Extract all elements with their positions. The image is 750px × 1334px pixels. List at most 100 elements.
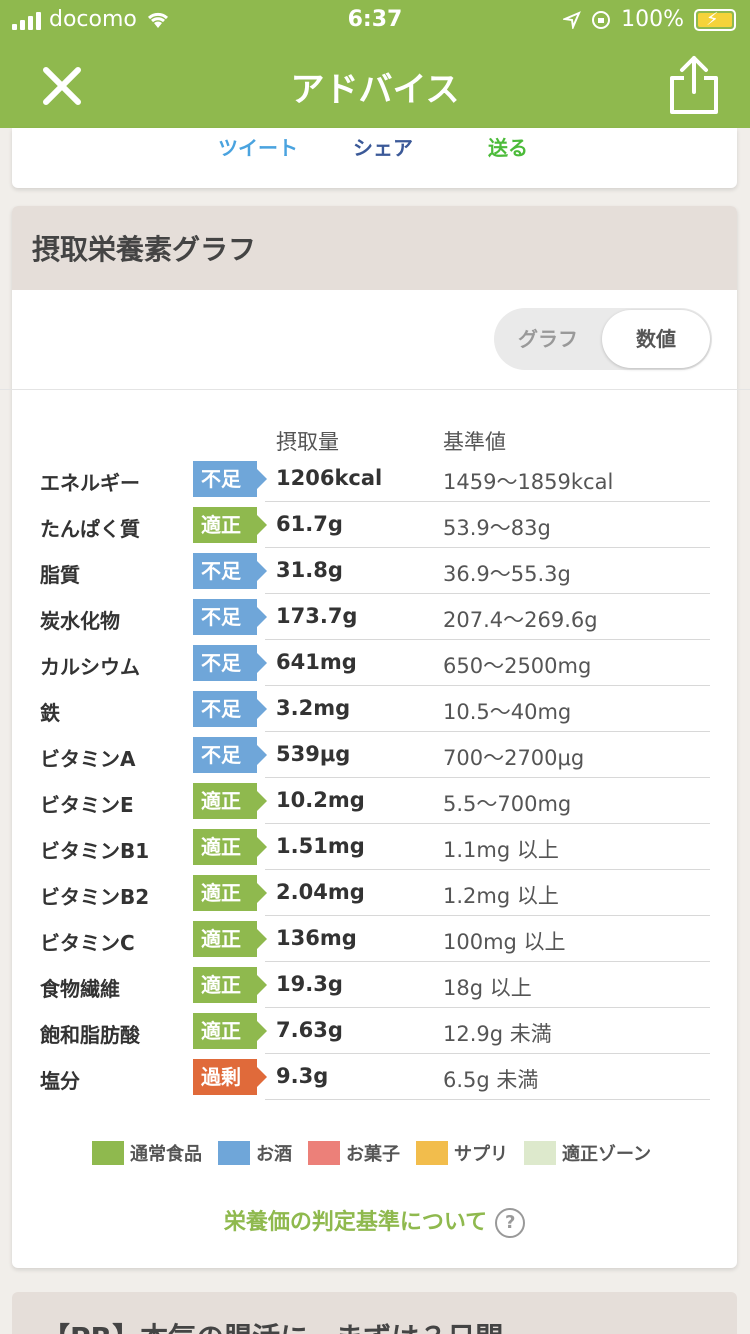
status-bar: docomo 6:37 100% ⚡ (0, 0, 750, 40)
status-badge: 適正 (193, 921, 267, 957)
nutrient-name: エネルギー (40, 471, 140, 495)
share-icon[interactable] (668, 54, 720, 116)
nutrient-row: 飽和脂肪酸 適正 7.63g 12.9g 未満 (12, 1008, 737, 1054)
battery-percent: 100% (621, 7, 684, 32)
nutrient-row: エネルギー 不足 1206kcal 1459〜1859kcal (12, 456, 737, 502)
page-title: アドバイス (290, 70, 460, 110)
status-badge: 不足 (193, 461, 267, 497)
location-icon (563, 10, 581, 29)
pr-card[interactable]: 【PR】本気の腸活に、まずは３日間 (12, 1292, 737, 1334)
nutrient-name: ビタミンA (40, 747, 136, 771)
nav-bar: アドバイス (0, 40, 750, 128)
toggle-graph-option[interactable]: グラフ (494, 308, 602, 370)
tweet-link[interactable]: ツイート (218, 132, 298, 161)
reference-value: 5.5〜700mg (443, 792, 572, 816)
legend-label: サプリ (454, 1144, 508, 1165)
status-badge: 不足 (193, 599, 267, 635)
nutrient-row: ビタミンB1 適正 1.51mg 1.1mg 以上 (12, 824, 737, 870)
intake-value: 9.3g (276, 1064, 329, 1088)
nutrient-table: エネルギー 不足 1206kcal 1459〜1859kcal たんぱく質 適正 61.7… (12, 456, 737, 1100)
toggle-value-option[interactable]: 数値 (602, 310, 710, 368)
view-toggle: グラフ 数値 (494, 308, 712, 370)
nutrient-row: たんぱく質 適正 61.7g 53.9〜83g (12, 502, 737, 548)
nutrient-row: 塩分 過剰 9.3g 6.5g 未満 (12, 1054, 737, 1100)
nutrient-row: 脂質 不足 31.8g 36.9〜55.3g (12, 548, 737, 594)
nutrient-row: ビタミンB2 適正 2.04mg 1.2mg 以上 (12, 870, 737, 916)
social-share-card: ツイート シェア 送る (12, 128, 737, 188)
status-badge: 適正 (193, 829, 267, 865)
reference-value: 1.2mg 以上 (443, 884, 559, 908)
reference-column-header: 基準値 (443, 430, 506, 454)
help-icon[interactable]: ? (495, 1208, 526, 1238)
intake-column-header: 摂取量 (276, 430, 339, 454)
legend-label: お酒 (256, 1144, 292, 1165)
status-badge: 適正 (193, 967, 267, 1003)
nutrient-name: ビタミンC (40, 931, 135, 955)
status-badge: 適正 (193, 1013, 267, 1049)
legend-item: お菓子 (308, 1140, 400, 1166)
pr-title: 【PR】本気の腸活に、まずは３日間 (42, 1316, 503, 1334)
intake-value: 10.2mg (276, 788, 365, 812)
legend-item: 通常食品 (92, 1140, 202, 1166)
intake-value: 31.8g (276, 558, 343, 582)
status-badge: 不足 (193, 645, 267, 681)
legend-swatch (92, 1141, 124, 1165)
nutrient-row: ビタミンE 適正 10.2mg 5.5〜700mg (12, 778, 737, 824)
nutrient-row: 鉄 不足 3.2mg 10.5〜40mg (12, 686, 737, 732)
legend-swatch (416, 1141, 448, 1165)
status-badge: 適正 (193, 507, 267, 543)
reference-value: 36.9〜55.3g (443, 562, 571, 586)
criteria-link[interactable]: 栄養価の判定基準について? (12, 1204, 737, 1238)
nutrient-row: カルシウム 不足 641mg 650〜2500mg (12, 640, 737, 686)
reference-value: 10.5〜40mg (443, 700, 572, 724)
status-badge: 適正 (193, 783, 267, 819)
nutrient-name: 鉄 (40, 701, 60, 725)
facebook-share-link[interactable]: シェア (353, 132, 413, 161)
nutrient-name: カルシウム (40, 655, 140, 679)
reference-value: 1.1mg 以上 (443, 838, 559, 862)
reference-value: 207.4〜269.6g (443, 608, 598, 632)
reference-value: 12.9g 未満 (443, 1022, 552, 1046)
intake-value: 19.3g (276, 972, 343, 996)
intake-value: 2.04mg (276, 880, 365, 904)
intake-value: 1.51mg (276, 834, 365, 858)
legend-swatch (308, 1141, 340, 1165)
nutrient-name: 炭水化物 (40, 609, 120, 633)
nutrient-name: ビタミンB2 (40, 885, 150, 909)
reference-value: 700〜2700μg (443, 746, 585, 770)
nutrient-name: 脂質 (40, 563, 80, 587)
reference-value: 6.5g 未満 (443, 1068, 539, 1092)
divider (0, 389, 750, 390)
intake-value: 173.7g (276, 604, 358, 628)
nutrient-name: 食物繊維 (40, 977, 120, 1001)
nutrient-row: ビタミンA 不足 539μg 700〜2700μg (12, 732, 737, 778)
legend: 通常食品 お酒 お菓子 サプリ 適正ゾーン (92, 1140, 651, 1166)
nutrient-graph-card: 摂取栄養素グラフ グラフ 数値 摂取量 基準値 エネルギー 不足 1206kcal 1… (12, 206, 737, 1268)
nutrient-name: ビタミンE (40, 793, 134, 817)
status-right: 100% ⚡ (563, 7, 736, 32)
legend-item: お酒 (218, 1140, 292, 1166)
status-badge: 適正 (193, 875, 267, 911)
line-send-link[interactable]: 送る (488, 132, 528, 161)
legend-label: 通常食品 (130, 1144, 202, 1165)
nutrient-graph-title: 摂取栄養素グラフ (12, 206, 737, 290)
reference-value: 1459〜1859kcal (443, 470, 614, 494)
intake-value: 1206kcal (276, 466, 383, 490)
reference-value: 650〜2500mg (443, 654, 592, 678)
intake-value: 3.2mg (276, 696, 351, 720)
nutrient-name: たんぱく質 (40, 517, 140, 541)
legend-item: サプリ (416, 1140, 508, 1166)
legend-label: 適正ゾーン (562, 1144, 652, 1165)
status-badge: 不足 (193, 553, 267, 589)
reference-value: 18g 以上 (443, 976, 532, 1000)
status-badge: 不足 (193, 691, 267, 727)
intake-value: 136mg (276, 926, 357, 950)
reference-value: 53.9〜83g (443, 516, 551, 540)
status-badge: 過剰 (193, 1059, 267, 1095)
intake-value: 7.63g (276, 1018, 343, 1042)
nutrient-name: 飽和脂肪酸 (40, 1023, 140, 1047)
nutrient-name: 塩分 (40, 1069, 80, 1093)
battery-icon: ⚡ (694, 8, 736, 31)
nutrient-name: ビタミンB1 (40, 839, 150, 863)
nutrient-row: 食物繊維 適正 19.3g 18g 以上 (12, 962, 737, 1008)
